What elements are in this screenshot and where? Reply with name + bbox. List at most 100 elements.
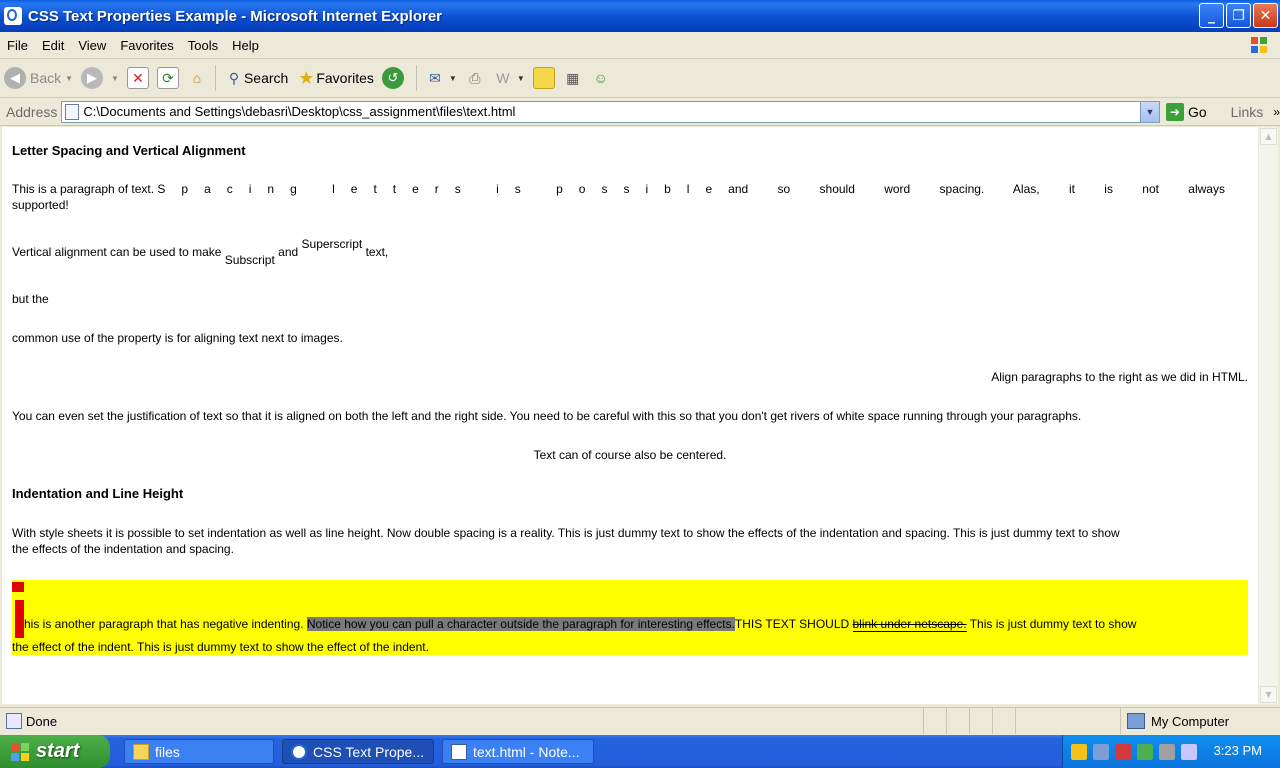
task-notepad[interactable]: text.html - Note... (442, 739, 594, 764)
tray-app-icon[interactable] (1159, 743, 1175, 760)
page-content: Letter Spacing and Vertical Alignment Th… (2, 127, 1258, 704)
stop-button[interactable]: ✕ (123, 63, 153, 93)
ie-icon (291, 743, 307, 760)
status-cells: My Computer (923, 708, 1280, 734)
close-button[interactable]: ✕ (1253, 3, 1278, 28)
drop-cap-bar (12, 582, 24, 592)
messenger-icon: ☺ (593, 70, 608, 86)
messenger-icon[interactable] (1137, 743, 1153, 760)
drop-cap-t (12, 582, 24, 638)
edit-icon: W (496, 70, 510, 86)
paragraph-justify: You can even set the justification of te… (12, 409, 1082, 423)
go-button[interactable]: ➜ Go (1165, 102, 1207, 121)
home-button[interactable]: ⌂ (183, 63, 211, 93)
shield-icon[interactable] (1071, 743, 1087, 760)
history-icon: ↺ (381, 67, 404, 89)
window-title: CSS Text Properties Example - Microsoft … (28, 7, 442, 25)
folder-icon (133, 743, 149, 760)
antivirus-icon[interactable] (1115, 743, 1131, 760)
status-cell (992, 708, 1015, 734)
chevron-right-icon[interactable]: » (1273, 105, 1280, 119)
paragraph-indent-line1: With style sheets it is possible to set … (12, 526, 1120, 540)
back-button[interactable]: ◀ Back ▼ (0, 63, 77, 93)
address-value: C:\Documents and Settings\debasri\Deskto… (83, 104, 516, 119)
vertical-scrollbar[interactable]: ▲ ▼ (1258, 127, 1278, 704)
taskbar: start files CSS Text Prope... text.html … (0, 735, 1280, 768)
toolbar: ◀ Back ▼ ▶ ▼ ✕ ⟳ ⌂ ⚲ Search ★ Favorites … (0, 59, 1280, 98)
mail-button[interactable]: ✉ ▼ (421, 63, 461, 93)
windows-logo-icon (1251, 37, 1267, 53)
paragraph-vertical-align: Vertical alignment can be used to make S… (12, 237, 389, 267)
restore-button[interactable]: ❐ (1226, 3, 1251, 28)
task-files[interactable]: files (124, 739, 274, 764)
negative-indent-line1: his is another paragraph that has negati… (24, 617, 1137, 632)
paragraph-but-the: but the (12, 292, 49, 306)
tray-app-icon[interactable] (1181, 743, 1197, 760)
toolbar-separator (415, 65, 417, 91)
status-text: Done (26, 713, 58, 729)
security-zone: My Computer (1120, 708, 1280, 734)
paragraph-centered: Text can of course also be centered. (533, 448, 727, 462)
address-input[interactable]: C:\Documents and Settings\debasri\Deskto… (61, 100, 1160, 123)
spaced-text: Spacing letters is possible (157, 182, 729, 196)
research-button[interactable]: ▦ (559, 63, 587, 93)
superscript-text: Superscript (301, 237, 363, 251)
messenger-button[interactable]: ☺ (587, 63, 615, 93)
favorites-button[interactable]: ★ Favorites (292, 63, 378, 93)
start-button[interactable]: start (0, 735, 110, 768)
minimize-button[interactable]: _ (1199, 3, 1224, 28)
page-status-icon (6, 713, 22, 729)
print-button[interactable]: ⎙ (461, 63, 489, 93)
menu-favorites[interactable]: Favorites (113, 38, 180, 53)
paragraph-spacing-end: supported! (12, 198, 69, 212)
my-computer-icon (1127, 713, 1145, 729)
menu-file[interactable]: File (0, 38, 35, 53)
scroll-down-icon[interactable]: ▼ (1260, 686, 1277, 703)
refresh-icon: ⟳ (156, 67, 179, 89)
page-icon (65, 103, 80, 120)
status-cell (946, 708, 969, 734)
history-button[interactable]: ↺ (378, 63, 412, 93)
ie-icon (4, 7, 22, 25)
note-icon (532, 67, 555, 89)
window-controls: _ ❐ ✕ (1199, 3, 1278, 28)
heading-indentation: Indentation and Line Height (12, 486, 184, 501)
windows-logo-icon (11, 742, 29, 761)
menu-help[interactable]: Help (225, 38, 266, 53)
chevron-down-icon: ▼ (111, 73, 119, 83)
menu-view[interactable]: View (71, 38, 113, 53)
home-icon: ⌂ (192, 70, 202, 86)
paragraph-indent-line2: the effects of the indentation and spaci… (12, 542, 234, 556)
status-cell (969, 708, 992, 734)
links-button[interactable]: Links (1231, 104, 1264, 120)
forward-arrow-icon: ▶ (81, 67, 104, 89)
menu-edit[interactable]: Edit (35, 38, 71, 53)
scroll-up-icon[interactable]: ▲ (1260, 128, 1277, 145)
drop-cap-stem (15, 600, 24, 638)
address-label: Address (6, 103, 58, 120)
network-icon[interactable] (1093, 743, 1109, 760)
edit-button[interactable]: W ▼ (489, 63, 529, 93)
strikethrough-text: blink under netscape. (852, 617, 967, 632)
paragraph-common-use: common use of the property is for aligni… (12, 331, 343, 345)
back-arrow-icon: ◀ (4, 67, 26, 89)
star-icon: ★ (298, 67, 315, 88)
heading-letter-spacing: Letter Spacing and Vertical Alignment (12, 143, 246, 158)
search-button[interactable]: ⚲ Search (220, 63, 292, 93)
address-dropdown-icon[interactable]: ▼ (1139, 101, 1159, 122)
chevron-down-icon: ▼ (448, 73, 457, 83)
chevron-down-icon: ▼ (65, 73, 74, 83)
menu-tools[interactable]: Tools (181, 38, 225, 53)
negative-indent-line2: the effect of the indent. This is just d… (12, 640, 429, 654)
forward-button[interactable]: ▶ ▼ (77, 63, 123, 93)
search-icon: ⚲ (228, 69, 240, 86)
refresh-button[interactable]: ⟳ (153, 63, 183, 93)
status-cell (1015, 708, 1120, 734)
discuss-button[interactable] (529, 63, 559, 93)
clock[interactable]: 3:23 PM (1214, 743, 1262, 758)
notepad-icon (451, 743, 467, 760)
subscript-text: Subscript (224, 253, 275, 267)
mail-icon: ✉ (429, 69, 441, 86)
task-ie[interactable]: CSS Text Prope... (282, 739, 434, 764)
toolbar-separator (214, 65, 216, 91)
